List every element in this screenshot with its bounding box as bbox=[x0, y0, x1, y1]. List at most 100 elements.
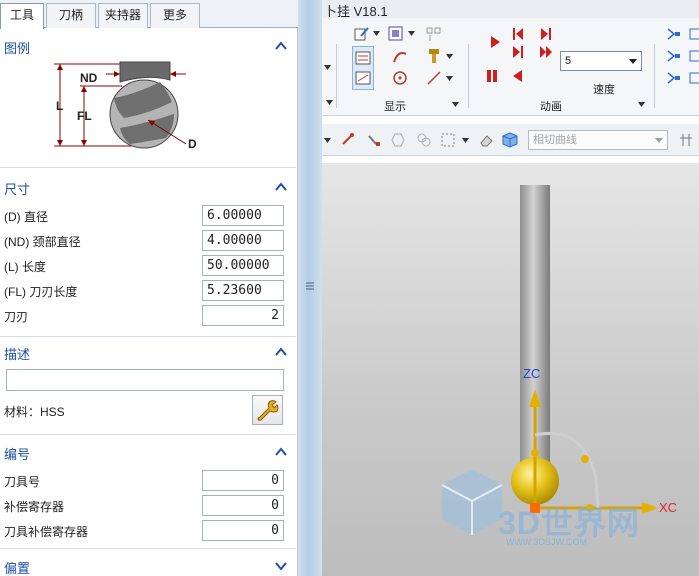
line-icon[interactable] bbox=[426, 70, 442, 86]
xc-axis-arrow[interactable] bbox=[642, 502, 658, 514]
offset-section-title: 偏置 bbox=[4, 561, 31, 576]
neck-diameter-label: (ND) 颈部直径 bbox=[4, 235, 81, 249]
multi-select-icon[interactable] bbox=[416, 132, 432, 148]
watermark-url: WWW.3DSJW.COM bbox=[506, 537, 587, 547]
tab-more[interactable]: 更多 bbox=[150, 3, 200, 28]
numbering-section-header[interactable]: 编号 bbox=[0, 440, 296, 464]
length-field[interactable]: 50.00000 bbox=[202, 255, 284, 276]
dropdown-arrow-icon[interactable] bbox=[452, 102, 459, 107]
description-section-header[interactable]: 描述 bbox=[0, 340, 296, 364]
play-icon[interactable] bbox=[487, 34, 503, 50]
view-option-icon[interactable] bbox=[666, 70, 682, 86]
curve-rule-value: 相切曲线 bbox=[533, 134, 577, 146]
offset-section-header[interactable]: 偏置 bbox=[0, 554, 296, 576]
grid-display-icon[interactable] bbox=[426, 26, 442, 42]
display-group-label: 显示 bbox=[384, 101, 406, 113]
view-option-icon[interactable] bbox=[688, 48, 699, 64]
dropdown-arrow-icon[interactable] bbox=[446, 76, 453, 81]
grip-icon bbox=[306, 282, 314, 290]
legend-section-header[interactable]: 图例 bbox=[0, 34, 296, 58]
eraser-icon[interactable] bbox=[478, 132, 494, 148]
diameter-field[interactable]: 6.00000 bbox=[202, 205, 284, 226]
dropdown-arrow-icon[interactable] bbox=[326, 100, 333, 105]
window-titlebar: 卜挂 V18.1 bbox=[322, 0, 699, 19]
view-option-icon[interactable] bbox=[666, 26, 682, 42]
flute-length-field[interactable]: 5.23600 bbox=[202, 280, 284, 301]
speed-select[interactable]: 5 bbox=[560, 51, 642, 71]
material-button[interactable] bbox=[252, 395, 283, 425]
viewport-header-strip bbox=[322, 156, 699, 163]
flutes-label: 刀刃 bbox=[4, 310, 29, 324]
dropdown-arrow-icon[interactable] bbox=[324, 65, 331, 70]
selection-toolbar: 相切曲线 bbox=[322, 124, 699, 156]
display-toggle-button[interactable] bbox=[352, 46, 374, 90]
tab-holder[interactable]: 刀柄 bbox=[46, 3, 96, 28]
adjust-register-label: 补偿寄存器 bbox=[4, 500, 65, 514]
wrench-icon bbox=[257, 400, 279, 421]
description-input[interactable] bbox=[6, 369, 284, 391]
neck-diameter-field[interactable]: 4.00000 bbox=[202, 230, 284, 251]
description-section-title: 描述 bbox=[4, 347, 31, 362]
rotation-handle[interactable] bbox=[581, 455, 589, 463]
cutcom-register-field[interactable]: 0 bbox=[202, 520, 284, 541]
tab-tool[interactable]: 工具 bbox=[0, 3, 44, 29]
fast-forward-icon[interactable] bbox=[538, 44, 554, 60]
view-option-icon[interactable] bbox=[688, 70, 699, 86]
length-label: (L) 长度 bbox=[4, 260, 47, 274]
dropdown-arrow-icon[interactable] bbox=[638, 102, 645, 107]
flute-length-label: (FL) 刀刃长度 bbox=[4, 285, 78, 299]
ribbon-group-divider bbox=[336, 44, 337, 108]
view-option-icon[interactable] bbox=[666, 48, 682, 64]
dropdown-arrow-icon[interactable] bbox=[324, 138, 331, 143]
hexagon-icon[interactable] bbox=[390, 132, 406, 148]
pause-icon[interactable] bbox=[484, 68, 500, 84]
chevron-up-icon[interactable] bbox=[274, 345, 288, 359]
target-icon[interactable] bbox=[392, 70, 408, 86]
numbering-section-title: 编号 bbox=[4, 447, 31, 462]
reverse-play-icon[interactable] bbox=[510, 68, 526, 84]
xc-axis-label: XC bbox=[659, 500, 677, 515]
snap-end-icon[interactable] bbox=[366, 132, 382, 148]
next-op-icon[interactable] bbox=[538, 26, 554, 42]
chevron-down-icon[interactable] bbox=[274, 559, 288, 573]
legend-label-l: L bbox=[56, 99, 63, 113]
curve-rule-select[interactable]: 相切曲线 bbox=[528, 130, 668, 150]
dimensions-section-title: 尺寸 bbox=[4, 182, 31, 197]
dropdown-arrow-icon[interactable] bbox=[373, 31, 380, 36]
box-select-icon[interactable] bbox=[440, 132, 456, 148]
chevron-up-icon[interactable] bbox=[274, 39, 288, 53]
edit-display-icon[interactable] bbox=[354, 26, 370, 42]
dimensions-section-header[interactable]: 尺寸 bbox=[0, 175, 296, 199]
animation-group-label: 动画 bbox=[540, 101, 562, 113]
flutes-field[interactable]: 2 bbox=[202, 305, 284, 326]
zc-axis-label: ZC bbox=[523, 366, 540, 381]
snap-point-icon[interactable] bbox=[340, 132, 356, 148]
section-divider bbox=[0, 336, 296, 337]
speed-select-value: 5 bbox=[565, 55, 572, 67]
cutcom-register-label: 刀具补偿寄存器 bbox=[4, 525, 89, 539]
tool-diagram-image: ND L FL D bbox=[54, 61, 197, 151]
tool-dialog-panel: 工具 刀柄 夹持器 更多 图例 ND L FL D 尺寸 (D) 直径 6.00… bbox=[0, 0, 298, 576]
ribbon: 显示 5 速度 动画 bbox=[322, 18, 699, 116]
step-icon[interactable] bbox=[510, 44, 526, 60]
view-option-icon[interactable] bbox=[688, 26, 699, 42]
legend-label-d: D bbox=[188, 137, 197, 151]
adjust-register-field[interactable]: 0 bbox=[202, 495, 284, 516]
curve-icon[interactable] bbox=[392, 48, 408, 64]
dropdown-arrow-icon[interactable] bbox=[462, 138, 469, 143]
chevron-down-icon bbox=[655, 138, 663, 143]
tab-clamp[interactable]: 夹持器 bbox=[98, 3, 148, 28]
path-display-icon bbox=[355, 51, 371, 65]
dropdown-arrow-icon[interactable] bbox=[446, 54, 453, 59]
step-back-icon[interactable] bbox=[510, 26, 526, 42]
tool-number-field[interactable]: 0 bbox=[202, 470, 284, 491]
tool-number-label: 刀具号 bbox=[4, 475, 41, 489]
chevron-up-icon[interactable] bbox=[274, 180, 288, 194]
section-divider bbox=[0, 167, 296, 168]
layer-display-icon[interactable] bbox=[388, 26, 404, 42]
chevron-up-icon[interactable] bbox=[274, 445, 288, 459]
holder-icon[interactable] bbox=[426, 48, 442, 64]
cube-icon[interactable] bbox=[502, 132, 518, 148]
dropdown-arrow-icon[interactable] bbox=[408, 31, 415, 36]
snap-vertical-icon[interactable] bbox=[678, 132, 694, 148]
